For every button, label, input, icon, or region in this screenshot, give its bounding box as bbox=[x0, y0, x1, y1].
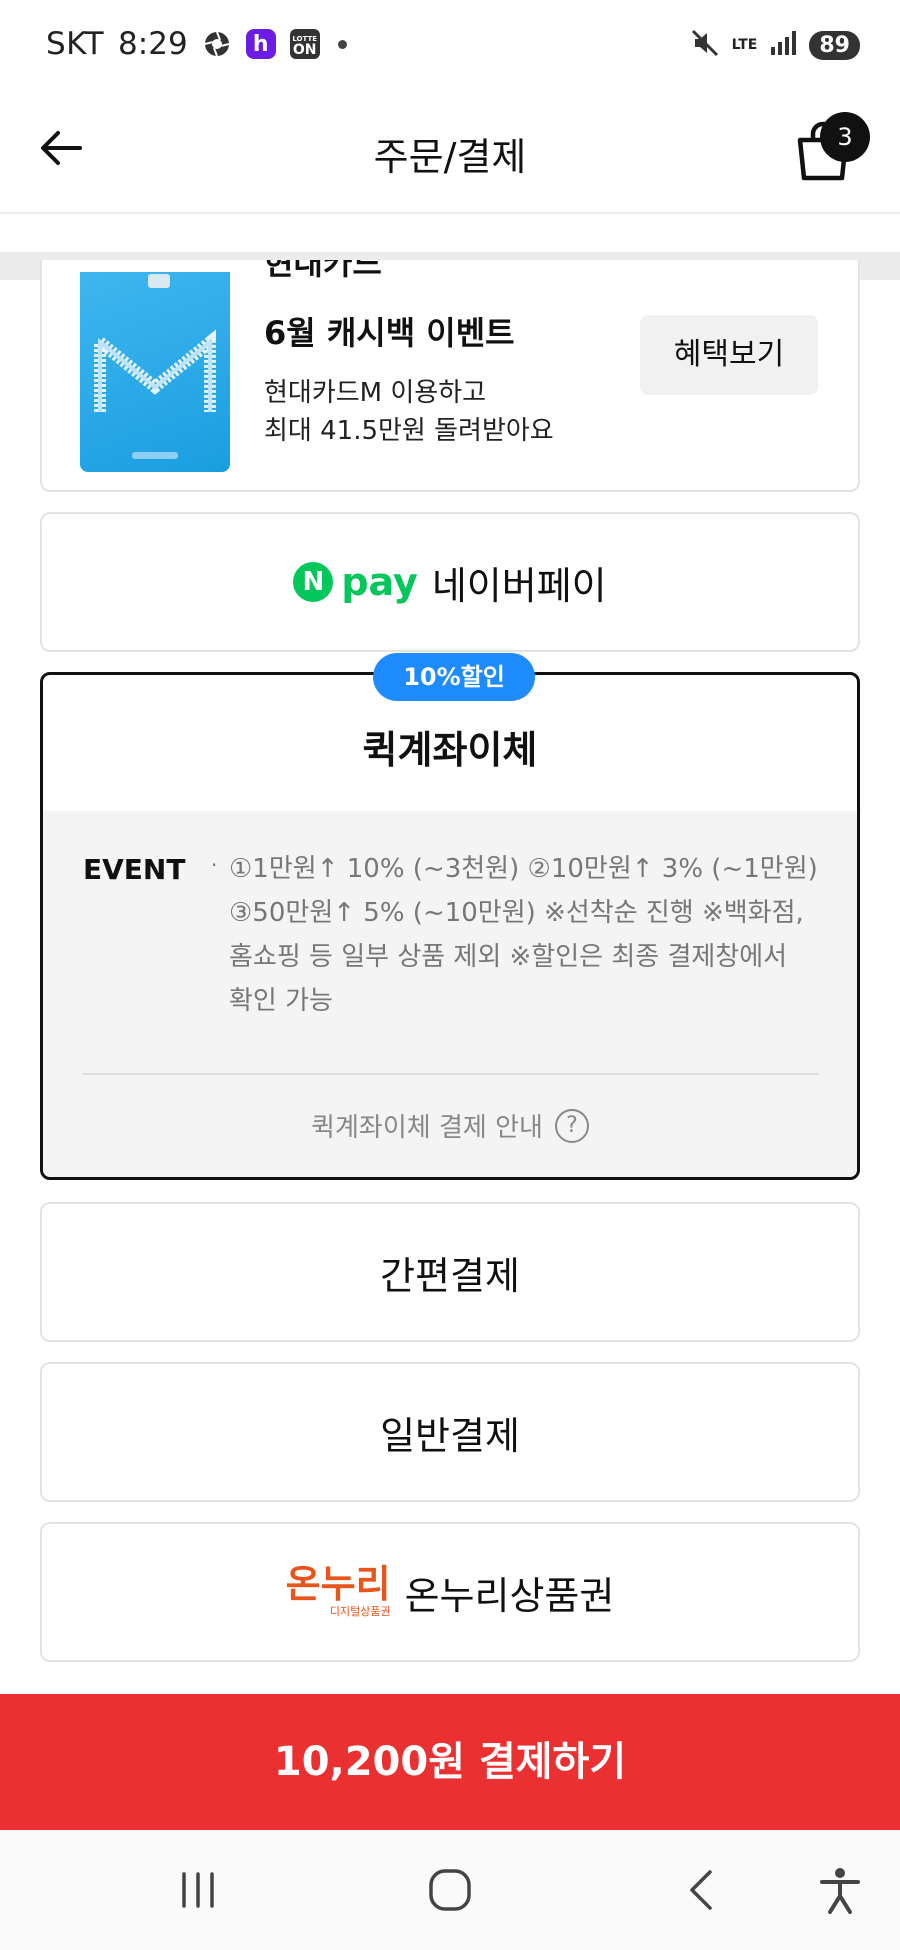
onnuri-logo-sub: 디지털상품권 bbox=[329, 1605, 391, 1618]
general-pay-option[interactable]: 일반결제 bbox=[40, 1362, 860, 1502]
home-icon bbox=[429, 1869, 471, 1911]
event-bullet: · bbox=[211, 853, 218, 877]
system-nav-bar bbox=[0, 1830, 900, 1950]
event-label: EVENT bbox=[83, 853, 186, 886]
naver-pay-option[interactable]: N pay 네이버페이 bbox=[40, 512, 860, 652]
naver-pay-label: 네이버페이 bbox=[431, 563, 607, 608]
h-app-icon: h bbox=[245, 29, 276, 59]
onnuri-voucher-option[interactable]: 온누리 디지털상품권 온누리상품권 bbox=[40, 1522, 860, 1662]
lotte-on-big-label: ON bbox=[292, 42, 317, 58]
onnuri-label: 온누리상품권 bbox=[404, 1573, 615, 1618]
guide-link-label: 퀵계좌이체 결제 안내 bbox=[311, 1113, 543, 1143]
page-header: 주문/결제 3 bbox=[0, 90, 900, 214]
naver-n-icon: N bbox=[293, 562, 334, 602]
status-left: SKT 8:29 h LOTTE ON bbox=[46, 26, 347, 62]
quick-transfer-title: 퀵계좌이체 bbox=[362, 728, 538, 772]
event-description: ①1만원↑ 10% (~3천원) ②10만원↑ 3% (~1만원) ③50만원↑… bbox=[229, 854, 818, 1016]
easy-pay-label: 간편결제 bbox=[380, 1253, 520, 1298]
view-benefits-button[interactable]: 혜택보기 bbox=[640, 315, 818, 395]
naver-pay-logo: N pay bbox=[293, 560, 418, 604]
accessibility-button[interactable] bbox=[808, 1858, 872, 1922]
mute-icon bbox=[690, 28, 720, 62]
page-title: 주문/결제 bbox=[373, 135, 527, 179]
promo-description: 현대카드M 이용하고 최대 41.5만원 돌려받아요 bbox=[264, 374, 554, 450]
cart-count-badge: 3 bbox=[820, 112, 870, 162]
camera-shutter-icon bbox=[202, 29, 232, 59]
promo-title: 6월 캐시백 이벤트 bbox=[264, 314, 515, 352]
help-icon: ? bbox=[554, 1108, 589, 1143]
promo-desc-line2: 최대 41.5만원 돌려받아요 bbox=[264, 416, 554, 446]
general-pay-label: 일반결제 bbox=[380, 1413, 520, 1458]
promo-desc-line1: 현대카드M 이용하고 bbox=[264, 378, 487, 408]
card-promo-banner[interactable]: 현대카드 6월 캐시백 이벤트 현대카드M 이용하고 최대 41.5만원 돌려받… bbox=[40, 260, 860, 492]
discount-badge: 10%할인 bbox=[373, 653, 535, 701]
network-type: LTE bbox=[731, 36, 758, 53]
recent-apps-button[interactable] bbox=[166, 1858, 230, 1922]
recent-apps-icon bbox=[182, 1872, 214, 1908]
home-button[interactable] bbox=[418, 1858, 482, 1922]
lotte-on-icon: LOTTE ON bbox=[289, 29, 320, 59]
accessibility-icon bbox=[820, 1868, 860, 1914]
onnuri-logo: 온누리 디지털상품권 bbox=[286, 1565, 391, 1619]
easy-pay-option[interactable]: 간편결제 bbox=[40, 1202, 860, 1342]
promo-partial-title: 현대카드 bbox=[264, 260, 382, 282]
carrier-label: SKT bbox=[46, 26, 105, 62]
event-info-panel: EVENT · ①1만원↑ 10% (~3천원) ②10만원↑ 3% (~1만원… bbox=[43, 811, 857, 1177]
signal-icon bbox=[769, 29, 797, 61]
event-divider bbox=[83, 1073, 819, 1075]
battery-indicator: 89 bbox=[809, 30, 860, 60]
quick-transfer-option[interactable]: 10%할인 퀵계좌이체 EVENT · ①1만원↑ 10% (~3천원) ②10… bbox=[40, 653, 860, 1180]
onnuri-logo-main: 온누리 bbox=[285, 1562, 391, 1606]
chevron-left-icon bbox=[690, 1870, 712, 1910]
clock: 8:29 bbox=[118, 26, 188, 62]
system-back-button[interactable] bbox=[670, 1858, 734, 1922]
quick-transfer-guide-link[interactable]: 퀵계좌이체 결제 안내 ? bbox=[43, 1107, 857, 1144]
hyundai-card-image bbox=[80, 272, 230, 472]
checkout-pay-button[interactable]: 10,200원 결제하기 bbox=[0, 1694, 900, 1830]
notification-dot-icon bbox=[337, 39, 347, 49]
status-right: LTE 89 bbox=[690, 28, 860, 62]
npay-logo-text: pay bbox=[341, 560, 418, 604]
status-bar: SKT 8:29 h LOTTE ON LTE 89 bbox=[0, 0, 900, 90]
